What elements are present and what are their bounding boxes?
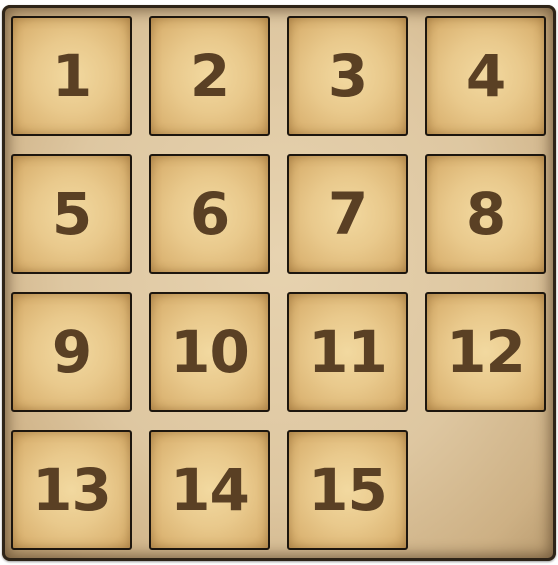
tile-number: 8 xyxy=(465,180,506,248)
tile-14[interactable]: 14 xyxy=(149,430,270,550)
tile-number: 4 xyxy=(465,42,506,110)
tile-number: 9 xyxy=(51,318,92,386)
tile-2[interactable]: 2 xyxy=(149,16,270,136)
tile-10[interactable]: 10 xyxy=(149,292,270,412)
tile-3[interactable]: 3 xyxy=(287,16,408,136)
tile-number: 11 xyxy=(308,318,388,386)
tile-8[interactable]: 8 xyxy=(425,154,546,274)
tile-number: 5 xyxy=(51,180,92,248)
tile-number: 14 xyxy=(170,456,250,524)
tile-9[interactable]: 9 xyxy=(11,292,132,412)
tile-4[interactable]: 4 xyxy=(425,16,546,136)
tile-number: 13 xyxy=(32,456,112,524)
tile-1[interactable]: 1 xyxy=(11,16,132,136)
tile-number: 7 xyxy=(327,180,368,248)
tile-number: 3 xyxy=(327,42,368,110)
tile-number: 12 xyxy=(446,318,526,386)
tile-number: 1 xyxy=(51,42,92,110)
tile-number: 15 xyxy=(308,456,388,524)
tile-7[interactable]: 7 xyxy=(287,154,408,274)
tile-13[interactable]: 13 xyxy=(11,430,132,550)
tile-6[interactable]: 6 xyxy=(149,154,270,274)
tile-5[interactable]: 5 xyxy=(11,154,132,274)
tile-number: 2 xyxy=(189,42,230,110)
tile-15[interactable]: 15 xyxy=(287,430,408,550)
empty-slot[interactable] xyxy=(425,430,546,550)
tile-number: 6 xyxy=(189,180,230,248)
tile-11[interactable]: 11 xyxy=(287,292,408,412)
tile-12[interactable]: 12 xyxy=(425,292,546,412)
puzzle-board: 1 2 3 4 5 6 7 8 9 10 11 12 13 14 15 xyxy=(2,5,556,561)
tile-number: 10 xyxy=(170,318,250,386)
